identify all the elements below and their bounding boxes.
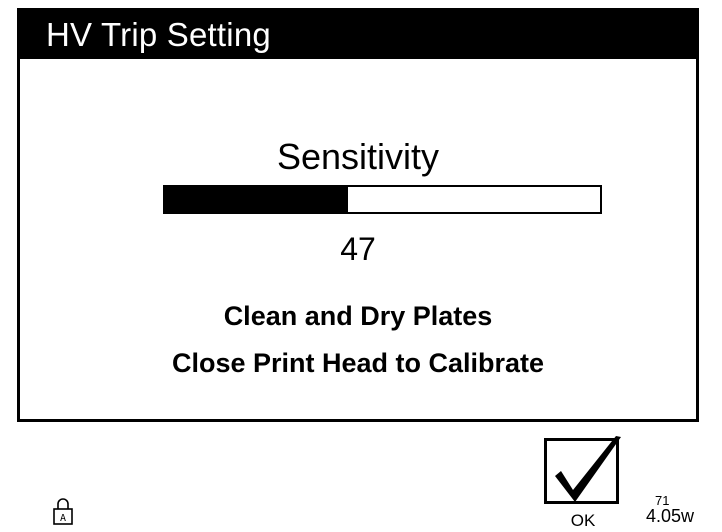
sensitivity-label: Sensitivity xyxy=(276,136,440,177)
sensitivity-value: 47 xyxy=(340,231,376,267)
dialog-title: HV Trip Setting xyxy=(20,11,696,59)
ok-button[interactable]: OK xyxy=(538,432,628,532)
hv-trip-setting-dialog: HV Trip Setting Sensitivity 47 Clean and… xyxy=(17,8,699,422)
instruction-close-print-head: Close Print Head to Calibrate xyxy=(171,348,545,378)
instruction-clean-plates: Clean and Dry Plates xyxy=(223,301,493,331)
lock-letter: A xyxy=(60,513,66,524)
lock-icon: A xyxy=(52,496,74,526)
sensitivity-bar xyxy=(163,185,602,214)
checkmark-icon xyxy=(555,436,621,502)
status-bottom-value: 4.05w xyxy=(646,506,695,526)
sensitivity-bar-fill xyxy=(165,187,348,212)
ok-label: OK xyxy=(570,511,596,530)
